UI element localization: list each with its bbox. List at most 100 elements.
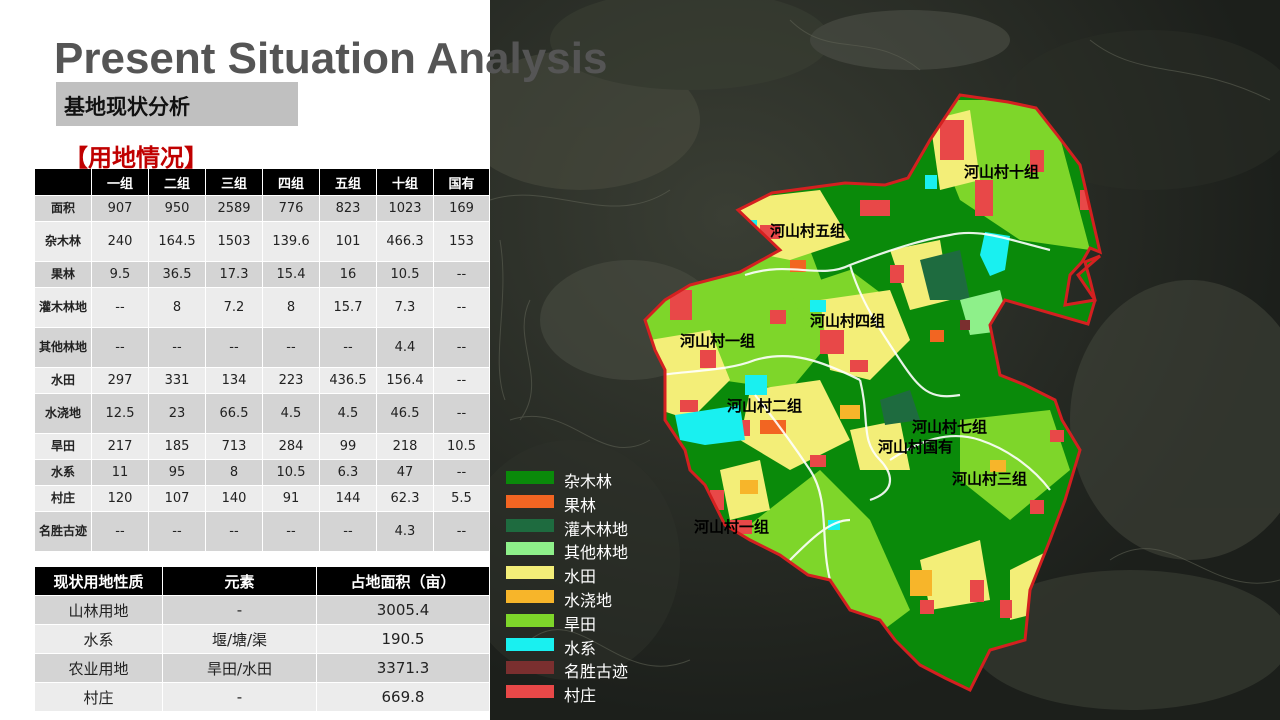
table-row: 水系 堰/塘/渠 190.5	[34, 624, 490, 654]
legend-label: 水系	[564, 638, 597, 658]
table-cell: 4.5	[262, 393, 320, 434]
table-row: 农业用地 旱田/水田 3371.3	[34, 653, 490, 683]
table-cell: 95	[148, 459, 206, 486]
table-cell: 4.5	[319, 393, 377, 434]
table-cell: 218	[376, 433, 434, 460]
table-cell: 4.3	[376, 511, 434, 552]
land-area-table: 一组 二组 三组 四组 五组 十组 国有 面积 907 950 2589 776 823 1…	[34, 168, 490, 552]
table-cell: --	[148, 511, 206, 552]
table-cell: --	[433, 287, 490, 328]
legend-item: 村庄	[506, 682, 706, 706]
table-row: 其他林地 -- -- -- -- -- 4.4 --	[34, 327, 490, 368]
table-cell: 169	[433, 195, 490, 222]
table-cell: 旱田/水田	[162, 653, 317, 683]
table-row: 名胜古迹 -- -- -- -- -- 4.3 --	[34, 511, 490, 552]
table-row: 灌木林地 -- 8 7.2 8 15.7 7.3 --	[34, 287, 490, 328]
table-cell: 23	[148, 393, 206, 434]
table-cell: 62.3	[376, 485, 434, 512]
table-cell: 农业用地	[34, 653, 163, 683]
legend-swatch	[506, 661, 554, 675]
map-label: 河山村三组	[952, 470, 1027, 488]
table-cell: 907	[91, 195, 149, 222]
legend-swatch	[506, 637, 554, 651]
row-header: 村庄	[34, 485, 92, 512]
table-cell: 240	[91, 221, 149, 262]
table-cell: 3371.3	[316, 653, 490, 683]
table-cell: 17.3	[205, 261, 263, 288]
table-cell: 7.3	[376, 287, 434, 328]
table-cell: 164.5	[148, 221, 206, 262]
table-cell: --	[433, 367, 490, 394]
map-label: 河山村七组	[912, 418, 987, 436]
legend-item: 名胜古迹	[506, 658, 706, 682]
table-cell: 713	[205, 433, 263, 460]
table-cell: --	[433, 393, 490, 434]
table-cell: 堰/塘/渠	[162, 624, 317, 654]
table-cell: 7.2	[205, 287, 263, 328]
table-cell: 8	[148, 287, 206, 328]
legend-item: 旱田	[506, 611, 706, 635]
table-cell: 10.5	[262, 459, 320, 486]
legend-label: 灌木林地	[564, 519, 629, 539]
legend-label: 杂木林	[564, 472, 613, 491]
column-header: 占地面积（亩）	[316, 566, 490, 596]
legend-label: 水田	[564, 567, 597, 587]
row-header: 水田	[34, 367, 92, 394]
row-header: 名胜古迹	[34, 511, 92, 552]
table-header-row: 现状用地性质 元素 占地面积（亩）	[34, 566, 490, 596]
table-cell: -	[162, 595, 317, 625]
table-row: 旱田 217 185 713 284 99 218 10.5	[34, 433, 490, 460]
legend-item: 水系	[506, 635, 706, 659]
table-cell: 16	[319, 261, 377, 288]
table-cell: 436.5	[319, 367, 377, 394]
column-header: 五组	[319, 168, 377, 196]
table-cell: --	[433, 327, 490, 368]
legend-item: 杂木林	[506, 468, 706, 492]
row-header: 面积	[34, 195, 92, 222]
table-cell: --	[91, 287, 149, 328]
table-cell: 139.6	[262, 221, 320, 262]
table-cell: 9.5	[91, 261, 149, 288]
table-cell: 99	[319, 433, 377, 460]
column-header: 四组	[262, 168, 320, 196]
table-cell: 153	[433, 221, 490, 262]
section-heading: 【用地情况】	[64, 144, 208, 172]
table-cell: 107	[148, 485, 206, 512]
legend-label: 名胜古迹	[564, 662, 629, 682]
table-row: 村庄 120 107 140 91 144 62.3 5.5	[34, 485, 490, 512]
table-cell: 120	[91, 485, 149, 512]
row-header: 水浇地	[34, 393, 92, 434]
table-cell: 66.5	[205, 393, 263, 434]
table-cell: --	[433, 459, 490, 486]
map-label: 河山村国有	[878, 438, 953, 456]
table-cell: 6.3	[319, 459, 377, 486]
table-cell: 10.5	[433, 433, 490, 460]
map-label: 河山村十组	[964, 163, 1039, 181]
legend-label: 水浇地	[564, 591, 613, 610]
table-cell: --	[148, 327, 206, 368]
table-cell: 村庄	[34, 682, 163, 712]
page-title-en: Present Situation Analysis	[54, 34, 608, 83]
legend-swatch	[506, 542, 554, 556]
table-cell: 190.5	[316, 624, 490, 654]
table-cell: 134	[205, 367, 263, 394]
table-row: 水系 11 95 8 10.5 6.3 47 --	[34, 459, 490, 486]
legend-swatch	[506, 471, 554, 484]
table-row: 水田 297 331 134 223 436.5 156.4 --	[34, 367, 490, 394]
table-cell: --	[91, 511, 149, 552]
table-cell: 4.4	[376, 327, 434, 368]
table-cell: --	[262, 327, 320, 368]
column-header: 现状用地性质	[34, 566, 163, 596]
table-cell: --	[433, 511, 490, 552]
table-cell: 山林用地	[34, 595, 163, 625]
table-cell: 91	[262, 485, 320, 512]
row-header: 果林	[34, 261, 92, 288]
column-header: 国有	[433, 168, 490, 196]
legend-item: 水田	[506, 563, 706, 587]
row-header: 水系	[34, 459, 92, 486]
table-row: 水浇地 12.5 23 66.5 4.5 4.5 46.5 --	[34, 393, 490, 434]
legend-swatch	[506, 494, 554, 508]
column-header: 三组	[205, 168, 263, 196]
table-cell: --	[91, 327, 149, 368]
legend-item: 果林	[506, 492, 706, 516]
